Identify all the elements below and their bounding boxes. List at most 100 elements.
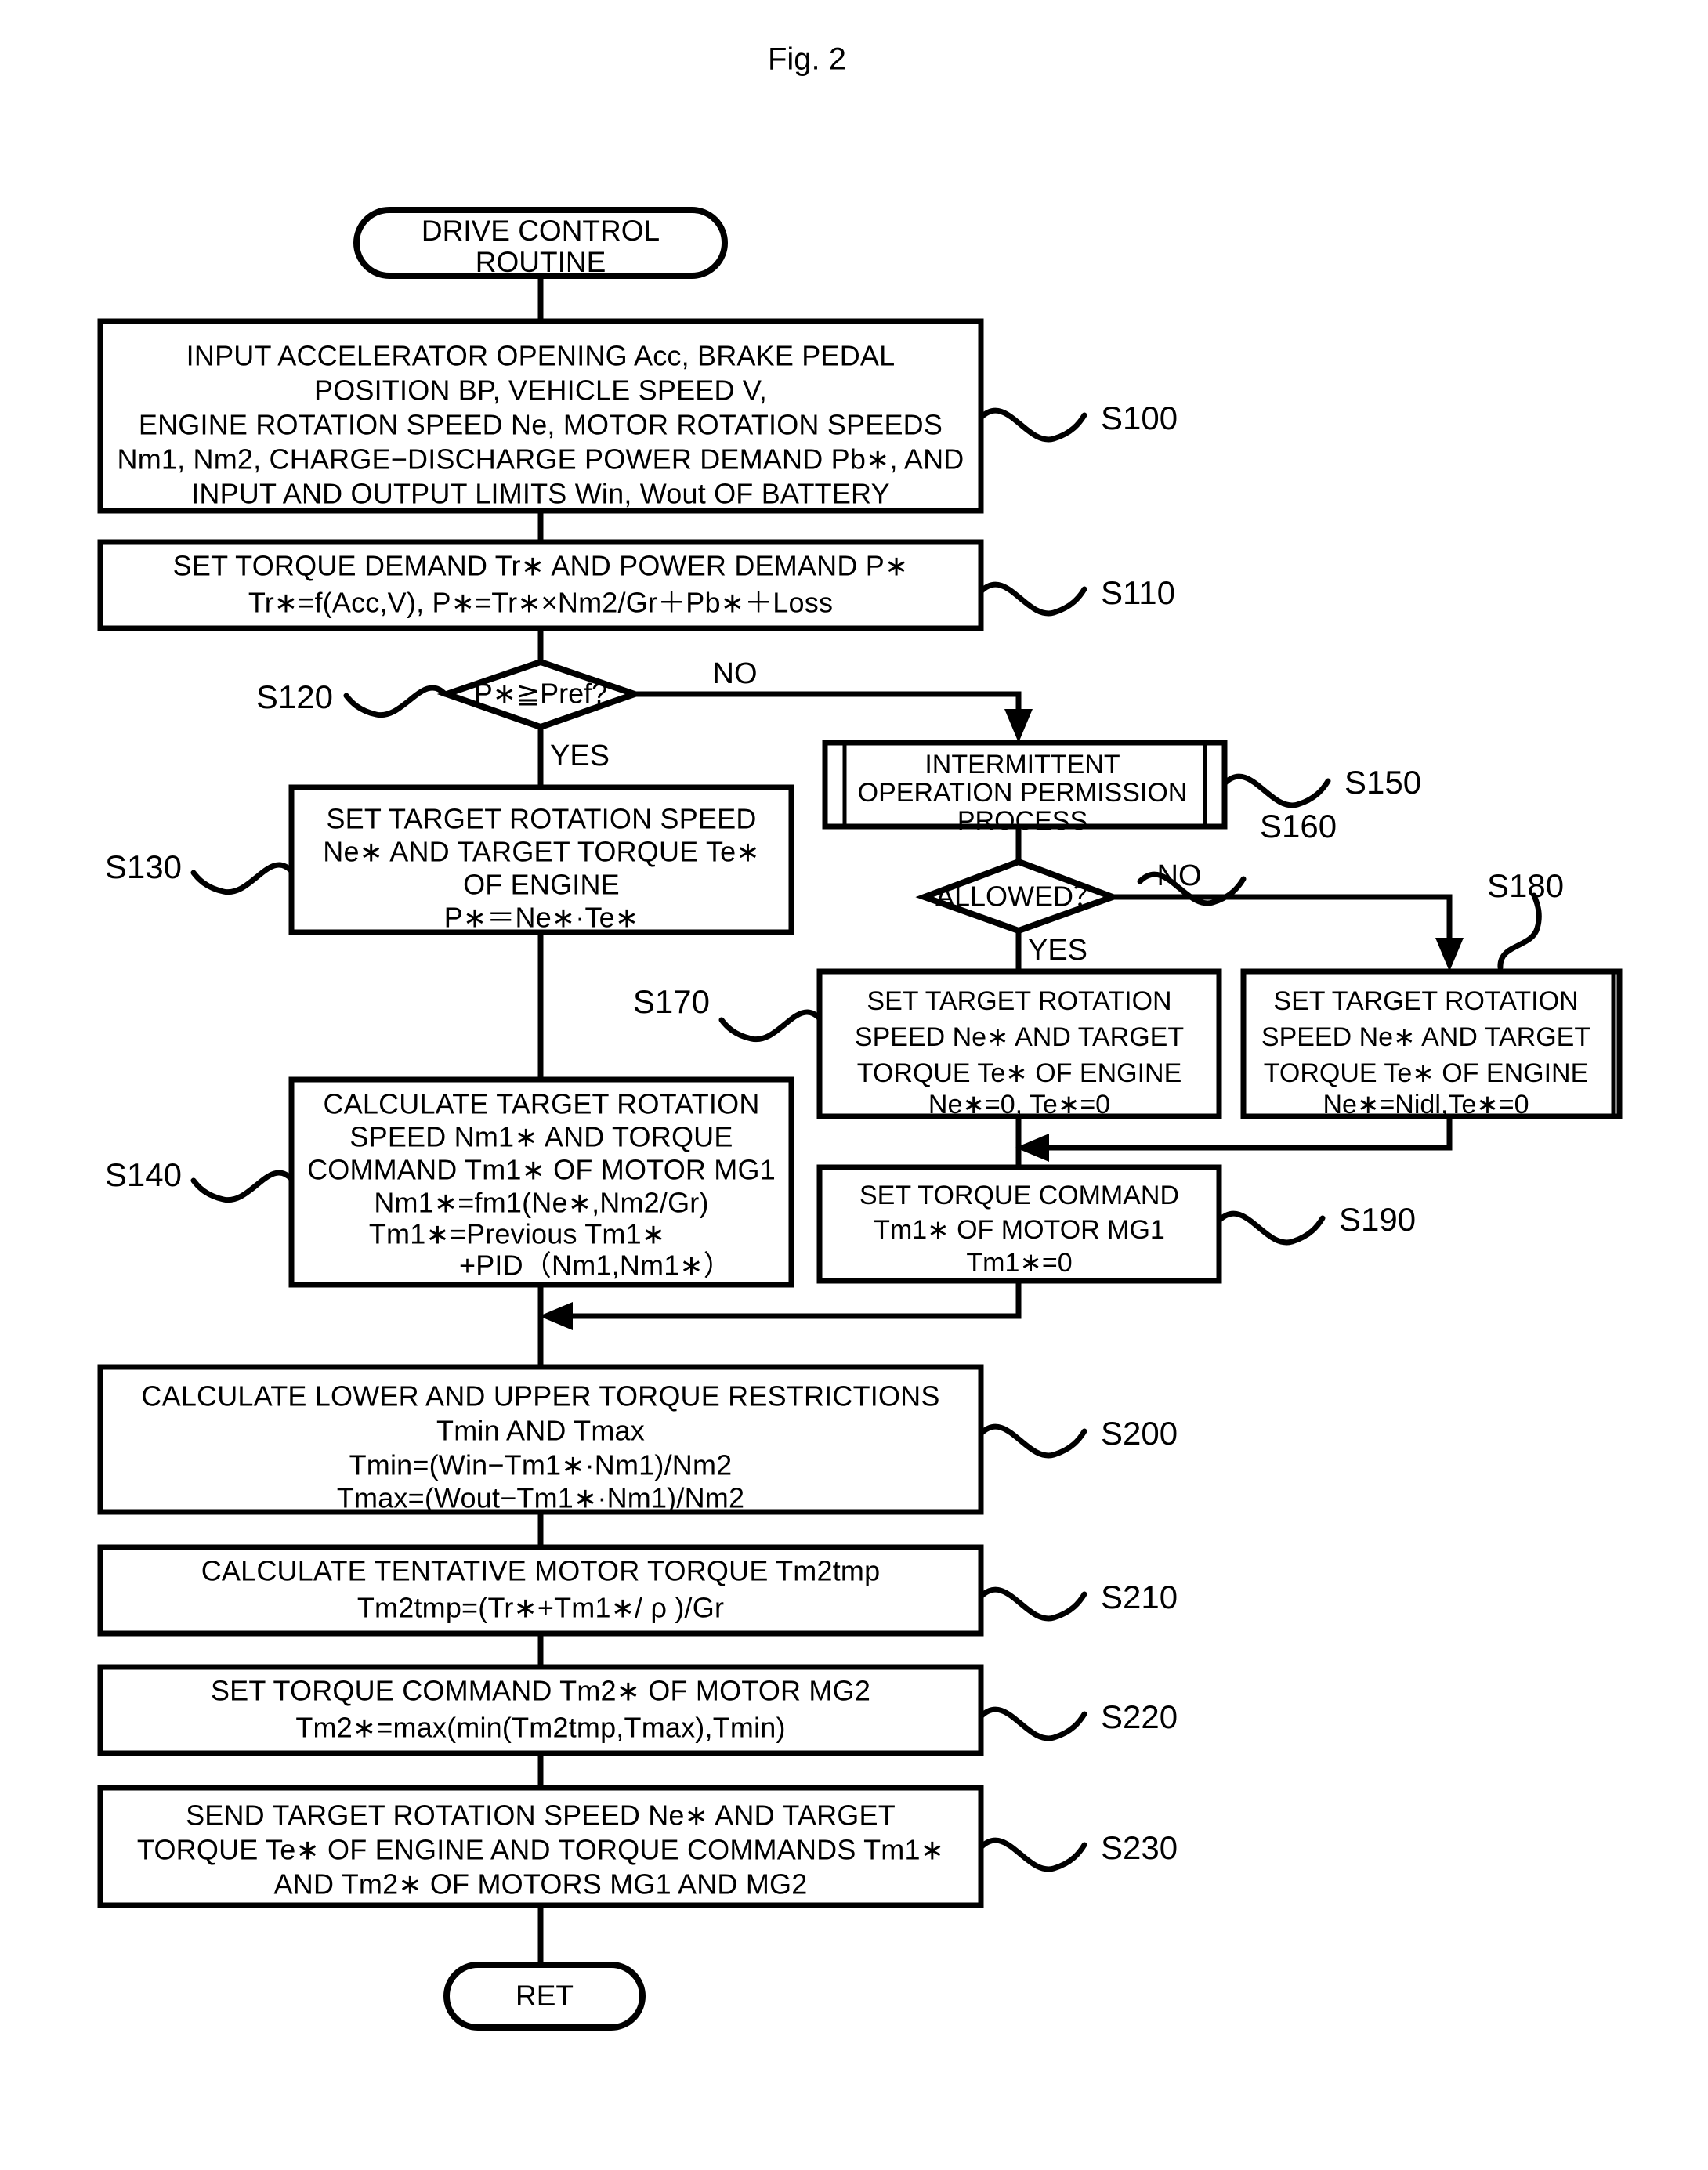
- figure-label: Fig. 2: [768, 42, 846, 77]
- s100-line-2: POSITION BP, VEHICLE SPEED V,: [314, 374, 767, 407]
- arrowhead-to-s150: [1004, 709, 1033, 743]
- s140-line-5: Tm1∗=Previous Tm1∗: [369, 1218, 665, 1250]
- s140-line-3: COMMAND Tm1∗ OF MOTOR MG1: [307, 1154, 776, 1186]
- s100-line-4: Nm1, Nm2, CHARGE−DISCHARGE POWER DEMAND …: [118, 443, 964, 476]
- arrowhead-s190-merge: [539, 1302, 573, 1330]
- step-label-s190: S190: [1339, 1201, 1416, 1238]
- s170-line-1: SET TARGET ROTATION: [867, 986, 1171, 1016]
- s190-leader-line: [1216, 1210, 1326, 1246]
- s140-line-4: Nm1∗=fm1(Ne∗,Nm2/Gr): [374, 1187, 708, 1219]
- node-s130: SET TARGET ROTATION SPEED Ne∗ AND TARGET…: [105, 784, 794, 935]
- s190-line-1: SET TORQUE COMMAND: [859, 1181, 1179, 1210]
- s150-line-1: INTERMITTENT: [925, 750, 1120, 779]
- s230-line-1: SEND TARGET ROTATION SPEED Ne∗ AND TARGE…: [186, 1799, 896, 1832]
- step-label-s180: S180: [1487, 867, 1564, 904]
- connector-s180-merge: [1042, 1116, 1453, 1151]
- s120-no-label: NO: [713, 657, 758, 690]
- start-line-2: ROUTINE: [476, 246, 606, 278]
- s200-line-1: CALCULATE LOWER AND UPPER TORQUE RESTRIC…: [141, 1380, 939, 1412]
- node-s190: SET TORQUE COMMAND Tm1∗ OF MOTOR MG1 Tm1…: [816, 1164, 1416, 1284]
- s160-yes-label: YES: [1028, 934, 1087, 967]
- node-s210: CALCULATE TENTATIVE MOTOR TORQUE Tm2tmp …: [97, 1544, 1178, 1637]
- s170-line-4: Ne∗=0, Te∗=0: [928, 1090, 1110, 1119]
- s180-line-3: TORQUE Te∗ OF ENGINE: [1264, 1058, 1589, 1088]
- s210-line-2: Tm2tmp=(Tr∗+Tm1∗/ ρ )/Gr: [357, 1592, 724, 1624]
- node-s140: CALCULATE TARGET ROTATION SPEED Nm1∗ AND…: [105, 1076, 794, 1288]
- arrowhead-to-s180: [1435, 938, 1464, 971]
- s170-line-2: SPEED Ne∗ AND TARGET: [855, 1022, 1184, 1052]
- s150-line-2: OPERATION PERMISSION: [858, 778, 1188, 808]
- node-s220: SET TORQUE COMMAND Tm2∗ OF MOTOR MG2 Tm2…: [97, 1664, 1178, 1756]
- step-label-s160: S160: [1260, 808, 1337, 844]
- s210-leader-line: [978, 1586, 1087, 1622]
- s150-line-3: PROCESS: [957, 806, 1087, 836]
- s110-line-1: SET TORQUE DEMAND Tr∗ AND POWER DEMAND P…: [173, 550, 909, 582]
- step-label-s130: S130: [105, 848, 182, 885]
- s190-line-2: Tm1∗ OF MOTOR MG1: [874, 1215, 1165, 1245]
- s230-line-3: AND Tm2∗ OF MOTORS MG1 AND MG2: [274, 1868, 808, 1901]
- start-line-1: DRIVE CONTROL: [422, 215, 660, 247]
- s160-no-label: NO: [1157, 859, 1202, 892]
- s190-line-3: Tm1∗=0: [966, 1248, 1072, 1278]
- node-s120: P∗≧Pref? S120 NO YES: [256, 657, 758, 772]
- s120-yes-label: YES: [550, 740, 610, 772]
- step-label-s220: S220: [1101, 1698, 1178, 1735]
- step-label-s170: S170: [633, 983, 710, 1020]
- s130-line-2: Ne∗ AND TARGET TORQUE Te∗: [323, 836, 759, 868]
- s180-line-2: SPEED Ne∗ AND TARGET: [1261, 1022, 1590, 1052]
- connector-s120-no: [635, 691, 1022, 713]
- step-label-s140: S140: [105, 1156, 182, 1193]
- step-label-s150: S150: [1344, 764, 1421, 801]
- s230-leader-line: [978, 1837, 1087, 1872]
- s100-line-1: INPUT ACCELERATOR OPENING Acc, BRAKE PED…: [186, 340, 896, 372]
- node-s230: SEND TARGET ROTATION SPEED Ne∗ AND TARGE…: [97, 1785, 1178, 1908]
- step-label-s210: S210: [1101, 1579, 1178, 1615]
- s100-line-5: INPUT AND OUTPUT LIMITS Win, Wout OF BAT…: [191, 478, 890, 510]
- s200-leader-line: [978, 1423, 1087, 1459]
- s230-line-2: TORQUE Te∗ OF ENGINE AND TORQUE COMMANDS…: [137, 1834, 944, 1866]
- s100-line-3: ENGINE ROTATION SPEED Ne, MOTOR ROTATION…: [139, 409, 943, 441]
- s180-leader-line: [1497, 892, 1542, 971]
- s130-leader-line: [190, 862, 295, 895]
- s140-line-6: +PID（Nm1,Nm1∗）: [459, 1250, 732, 1282]
- s200-line-4: Tmax=(Wout−Tm1∗·Nm1)/Nm2: [337, 1482, 744, 1514]
- figure-root: Fig. 2 DRIVE CONTROL ROUTINE INPUT ACCEL…: [0, 0, 1708, 2170]
- s180-line-1: SET TARGET ROTATION: [1273, 986, 1578, 1016]
- s120-condition: P∗≧Pref?: [474, 678, 607, 710]
- s140-line-2: SPEED Nm1∗ AND TORQUE: [349, 1121, 733, 1153]
- s170-leader-line: [718, 1009, 823, 1043]
- flowchart-diagram: Fig. 2 DRIVE CONTROL ROUTINE INPUT ACCEL…: [97, 42, 1623, 2031]
- s150-leader-line: [1221, 773, 1331, 808]
- step-label-s230: S230: [1101, 1829, 1178, 1866]
- s160-condition: ALLOWED？: [935, 881, 1102, 913]
- s220-leader-line: [978, 1706, 1087, 1741]
- s130-line-1: SET TARGET ROTATION SPEED: [326, 803, 756, 835]
- s110-line-2: Tr∗=f(Acc,V), P∗=Tr∗×Nm2/Gr＋Pb∗＋Loss: [248, 587, 833, 619]
- node-s110: SET TORQUE DEMAND Tr∗ AND POWER DEMAND P…: [97, 539, 1175, 631]
- s140-line-1: CALCULATE TARGET ROTATION: [323, 1088, 759, 1120]
- step-label-s120: S120: [256, 678, 333, 715]
- s100-leader-line: [978, 407, 1087, 443]
- s120-leader-line: [343, 685, 448, 718]
- node-s100: INPUT ACCELERATOR OPENING Acc, BRAKE PED…: [97, 318, 1178, 514]
- node-s180: SET TARGET ROTATION SPEED Ne∗ AND TARGET…: [1240, 867, 1623, 1119]
- s140-leader-line: [190, 1170, 295, 1203]
- s180-line-4: Ne∗=Nidl,Te∗=0: [1323, 1090, 1529, 1119]
- end-label: RET: [516, 1980, 574, 2012]
- s110-leader-line: [978, 581, 1087, 617]
- connector-s160-no: [1113, 894, 1453, 942]
- node-start: DRIVE CONTROL ROUTINE: [353, 207, 728, 279]
- s200-line-2: Tmin AND Tmax: [436, 1415, 645, 1447]
- s210-line-1: CALCULATE TENTATIVE MOTOR TORQUE Tm2tmp: [201, 1555, 881, 1587]
- node-end: RET: [443, 1962, 646, 2031]
- s220-line-1: SET TORQUE COMMAND Tm2∗ OF MOTOR MG2: [211, 1675, 870, 1707]
- s220-line-2: Tm2∗=max(min(Tm2tmp,Tmax),Tmin): [295, 1712, 785, 1744]
- s130-line-3: OF ENGINE: [463, 869, 620, 901]
- node-s200: CALCULATE LOWER AND UPPER TORQUE RESTRIC…: [97, 1364, 1178, 1515]
- s170-line-3: TORQUE Te∗ OF ENGINE: [857, 1058, 1182, 1088]
- step-label-s110: S110: [1101, 574, 1175, 611]
- step-label-s200: S200: [1101, 1415, 1178, 1452]
- s130-line-4: P∗＝Ne∗·Te∗: [444, 902, 639, 934]
- step-label-s100: S100: [1101, 400, 1178, 436]
- s200-line-3: Tmin=(Win−Tm1∗·Nm1)/Nm2: [349, 1449, 733, 1481]
